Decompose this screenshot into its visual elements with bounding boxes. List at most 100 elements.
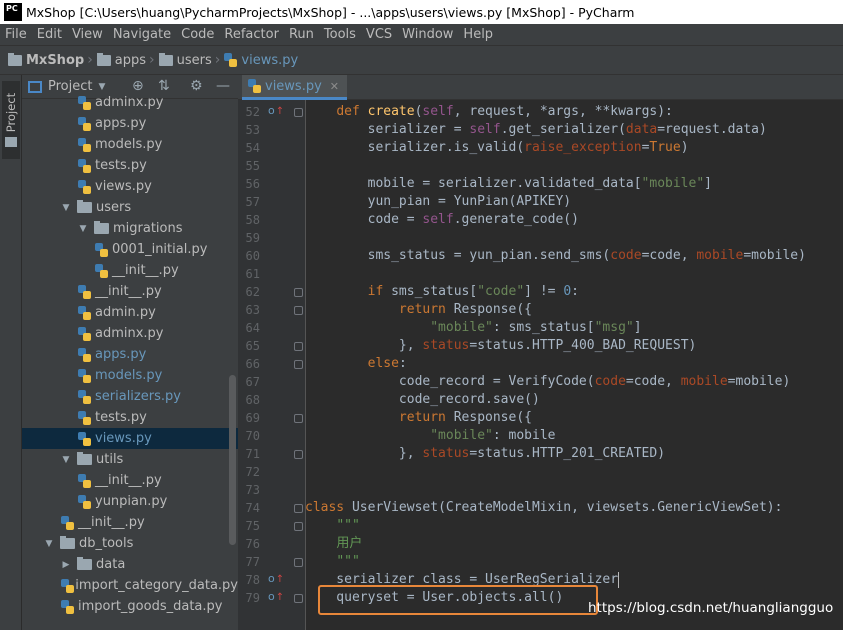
code-line[interactable]: return Response({: [305, 409, 532, 427]
code-line[interactable]: sms_status = yun_pian.send_sms(code=code…: [305, 247, 806, 265]
code-line[interactable]: }, status=status.HTTP_400_BAD_REQUEST): [305, 337, 696, 355]
code-line[interactable]: yun_pian = YunPian(APIKEY): [305, 193, 572, 211]
menu-item-vcs[interactable]: VCS: [361, 27, 397, 42]
tree-item-label: views.py: [95, 431, 152, 446]
python-file-icon: [78, 473, 91, 488]
menu-item-refactor[interactable]: Refactor: [219, 27, 284, 42]
code-line[interactable]: code_record = VerifyCode(code=code, mobi…: [305, 373, 790, 391]
code-line[interactable]: 用户: [305, 535, 362, 553]
tree-folder[interactable]: ▼ utils: [22, 449, 238, 470]
line-number: 63: [245, 303, 260, 317]
fold-marker-icon[interactable]: [294, 414, 303, 423]
tree-file[interactable]: import_category_data.py: [22, 575, 238, 596]
code-line[interactable]: class UserViewset(CreateModelMixin, view…: [305, 499, 782, 517]
fold-marker-icon[interactable]: [294, 522, 303, 531]
chevron-down-icon[interactable]: ▼: [61, 455, 71, 465]
code-line[interactable]: serializer.is_valid(raise_exception=True…: [305, 139, 689, 157]
tree-file[interactable]: views.py: [22, 176, 238, 197]
breadcrumb-item-users[interactable]: users ›: [158, 52, 225, 68]
tree-file[interactable]: admin.py: [22, 302, 238, 323]
tree-folder[interactable]: ▶ data: [22, 554, 238, 575]
tree-file[interactable]: serializers.py: [22, 386, 238, 407]
python-file-icon: [248, 79, 261, 93]
tree-folder[interactable]: ▼ migrations: [22, 218, 238, 239]
fold-marker-icon[interactable]: [294, 108, 303, 117]
tree-file[interactable]: views.py: [22, 428, 238, 449]
dropdown-arrow-icon[interactable]: ▼: [98, 82, 105, 92]
tree-folder[interactable]: ▼ users: [22, 197, 238, 218]
breadcrumb-item-views-py[interactable]: views.py: [224, 53, 298, 68]
tree-file[interactable]: apps.py: [22, 113, 238, 134]
menu-item-code[interactable]: Code: [176, 27, 219, 42]
line-number: 73: [245, 483, 260, 497]
override-marker-icon[interactable]: o↑: [268, 572, 284, 585]
code-line[interactable]: serializer = self.get_serializer(data=re…: [305, 121, 767, 139]
close-icon[interactable]: ✕: [330, 80, 339, 93]
python-file-icon: [78, 431, 91, 446]
python-file-icon: [95, 242, 108, 257]
fold-marker-icon[interactable]: [294, 504, 303, 513]
code-line[interactable]: }, status=status.HTTP_201_CREATED): [305, 445, 665, 463]
chevron-down-icon[interactable]: ▼: [61, 203, 71, 213]
tree-file[interactable]: __init__.py: [22, 281, 238, 302]
menu-item-window[interactable]: Window: [397, 27, 458, 42]
chevron-down-icon[interactable]: ▼: [44, 539, 54, 549]
code-line[interactable]: "mobile": mobile: [305, 427, 555, 445]
tree-file[interactable]: __init__.py: [22, 470, 238, 491]
line-number: 68: [245, 393, 260, 407]
code-line[interactable]: "mobile": sms_status["msg"]: [305, 319, 641, 337]
fold-marker-icon[interactable]: [294, 342, 303, 351]
project-scrollbar[interactable]: [229, 375, 236, 545]
tree-file[interactable]: models.py: [22, 134, 238, 155]
code-editor[interactable]: 52 o↑ 53 54 55 56 57 58 59 60 61 62 63 64 65 66 67 68 69 70…: [238, 100, 843, 630]
code-line[interactable]: code_record.save(): [305, 391, 540, 409]
tree-item-label: apps.py: [95, 116, 147, 131]
override-marker-icon[interactable]: o↑: [268, 590, 284, 603]
chevron-down-icon[interactable]: ▼: [78, 224, 88, 234]
code-line[interactable]: code = self.generate_code(): [305, 211, 579, 229]
chevron-right-icon[interactable]: ▶: [61, 560, 71, 570]
tree-file[interactable]: models.py: [22, 365, 238, 386]
line-number: 71: [245, 447, 260, 461]
line-number: 74: [245, 501, 260, 515]
code-line[interactable]: else:: [305, 355, 407, 373]
project-tool-tab[interactable]: 1: Project: [2, 81, 20, 159]
tree-file[interactable]: __init__.py: [22, 260, 238, 281]
tree-file[interactable]: 0001_initial.py: [22, 239, 238, 260]
code-line[interactable]: mobile = serializer.validated_data["mobi…: [305, 175, 712, 193]
menu-item-edit[interactable]: Edit: [32, 27, 67, 42]
tree-file[interactable]: tests.py: [22, 155, 238, 176]
tree-file[interactable]: import_goods_data.py: [22, 596, 238, 617]
tab-views-py[interactable]: views.py ✕: [242, 75, 348, 100]
code-line[interactable]: def create(self, request, *args, **kwarg…: [305, 103, 673, 121]
code-line[interactable]: """: [305, 553, 359, 571]
fold-marker-icon[interactable]: [294, 360, 303, 369]
menu-item-view[interactable]: View: [67, 27, 108, 42]
tree-item-label: models.py: [95, 368, 163, 383]
tree-file[interactable]: yunpian.py: [22, 491, 238, 512]
override-marker-icon[interactable]: o↑: [268, 104, 284, 117]
tree-folder[interactable]: ▼ db_tools: [22, 533, 238, 554]
breadcrumb-item-apps[interactable]: apps ›: [96, 52, 159, 68]
menu-item-file[interactable]: File: [0, 27, 32, 42]
code-line[interactable]: """: [305, 517, 359, 535]
menu-item-tools[interactable]: Tools: [319, 27, 361, 42]
code-line[interactable]: return Response({: [305, 301, 532, 319]
tree-file[interactable]: adminx.py: [22, 92, 238, 113]
tree-file[interactable]: __init__.py: [22, 512, 238, 533]
python-file-icon: [78, 347, 91, 362]
tree-file[interactable]: tests.py: [22, 407, 238, 428]
code-line[interactable]: if sms_status["code"] != 0:: [305, 283, 579, 301]
menu-item-help[interactable]: Help: [458, 27, 498, 42]
fold-marker-icon[interactable]: [294, 306, 303, 315]
window-title: MxShop [C:\Users\huang\PycharmProjects\M…: [26, 4, 635, 20]
fold-marker-icon[interactable]: [294, 288, 303, 297]
breadcrumb-item-mxshop[interactable]: MxShop ›: [8, 52, 97, 68]
fold-marker-icon[interactable]: [294, 594, 303, 603]
menu-item-navigate[interactable]: Navigate: [108, 27, 176, 42]
tree-file[interactable]: apps.py: [22, 344, 238, 365]
tree-file[interactable]: adminx.py: [22, 323, 238, 344]
fold-marker-icon[interactable]: [294, 450, 303, 459]
fold-marker-icon[interactable]: [294, 558, 303, 567]
menu-item-run[interactable]: Run: [284, 27, 319, 42]
